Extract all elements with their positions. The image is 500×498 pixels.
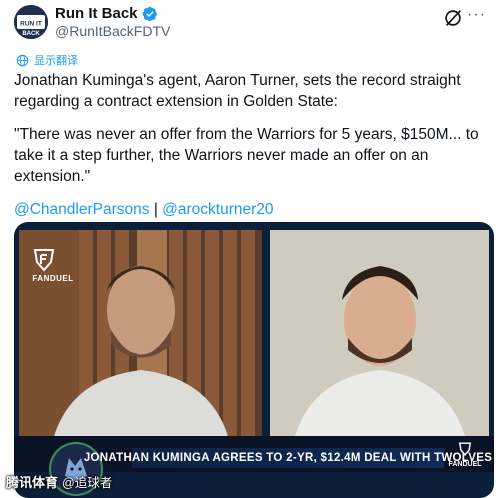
video-pane-right (270, 230, 489, 460)
ticker-headline-bar: JONATHAN KUMINGA AGREES TO 2-YR, $12.4M … (84, 448, 492, 468)
account-handle[interactable]: @RunItBackFDTV (55, 23, 170, 39)
svg-text:RUN IT: RUN IT (20, 21, 42, 28)
show-translation-label[interactable]: 显示翻译 (34, 52, 78, 68)
watermark-handle: @追球者 (62, 476, 113, 490)
mention-separator: | (153, 201, 158, 218)
fanduel-label: FANDUEL (32, 274, 74, 283)
avatar[interactable]: RUN IT BACK (14, 5, 48, 39)
svg-text:BACK: BACK (22, 31, 40, 37)
more-options-icon[interactable]: ··· (467, 6, 486, 24)
tweet-header: RUN IT BACK Run It Back @RunItBackFDTV ·… (14, 3, 486, 43)
fanduel-label: FANDUEL (448, 461, 482, 468)
mention-link[interactable]: @ChandlerParsons (14, 201, 150, 218)
grok-icon[interactable] (442, 7, 464, 29)
ticker-headline: JONATHAN KUMINGA AGREES TO 2-YR, $12.4M … (83, 452, 493, 464)
guest-image (270, 230, 489, 460)
mention-link[interactable]: @arockturner20 (162, 201, 273, 218)
tweet-mentions: @ChandlerParsons | @arockturner20 (14, 199, 492, 220)
video-pane-left: FANDUEL (19, 230, 262, 460)
display-name[interactable]: Run It Back (55, 5, 138, 22)
fanduel-shield-icon (33, 249, 55, 272)
globe-icon (16, 54, 29, 66)
tweet-text: Jonathan Kuminga's agent, Aaron Turner, … (14, 70, 492, 232)
tweet-paragraph: Jonathan Kuminga's agent, Aaron Turner, … (14, 72, 461, 110)
video-player[interactable]: FANDUEL JONATHAN KUMINGA AGREES TO 2-YR,… (14, 222, 494, 498)
show-translation[interactable]: 显示翻译 (16, 52, 78, 68)
verified-badge-icon (142, 6, 157, 21)
watermark-brand: 腾讯体育 (6, 475, 59, 490)
fanduel-ticker-badge: FANDUEL (446, 442, 484, 472)
tweet-quote: "There was never an offer from the Warri… (14, 126, 479, 185)
fanduel-shield-icon (458, 442, 472, 456)
watermark: 腾讯体育 @追球者 (6, 472, 112, 491)
fanduel-badge: FANDUEL (31, 248, 75, 283)
